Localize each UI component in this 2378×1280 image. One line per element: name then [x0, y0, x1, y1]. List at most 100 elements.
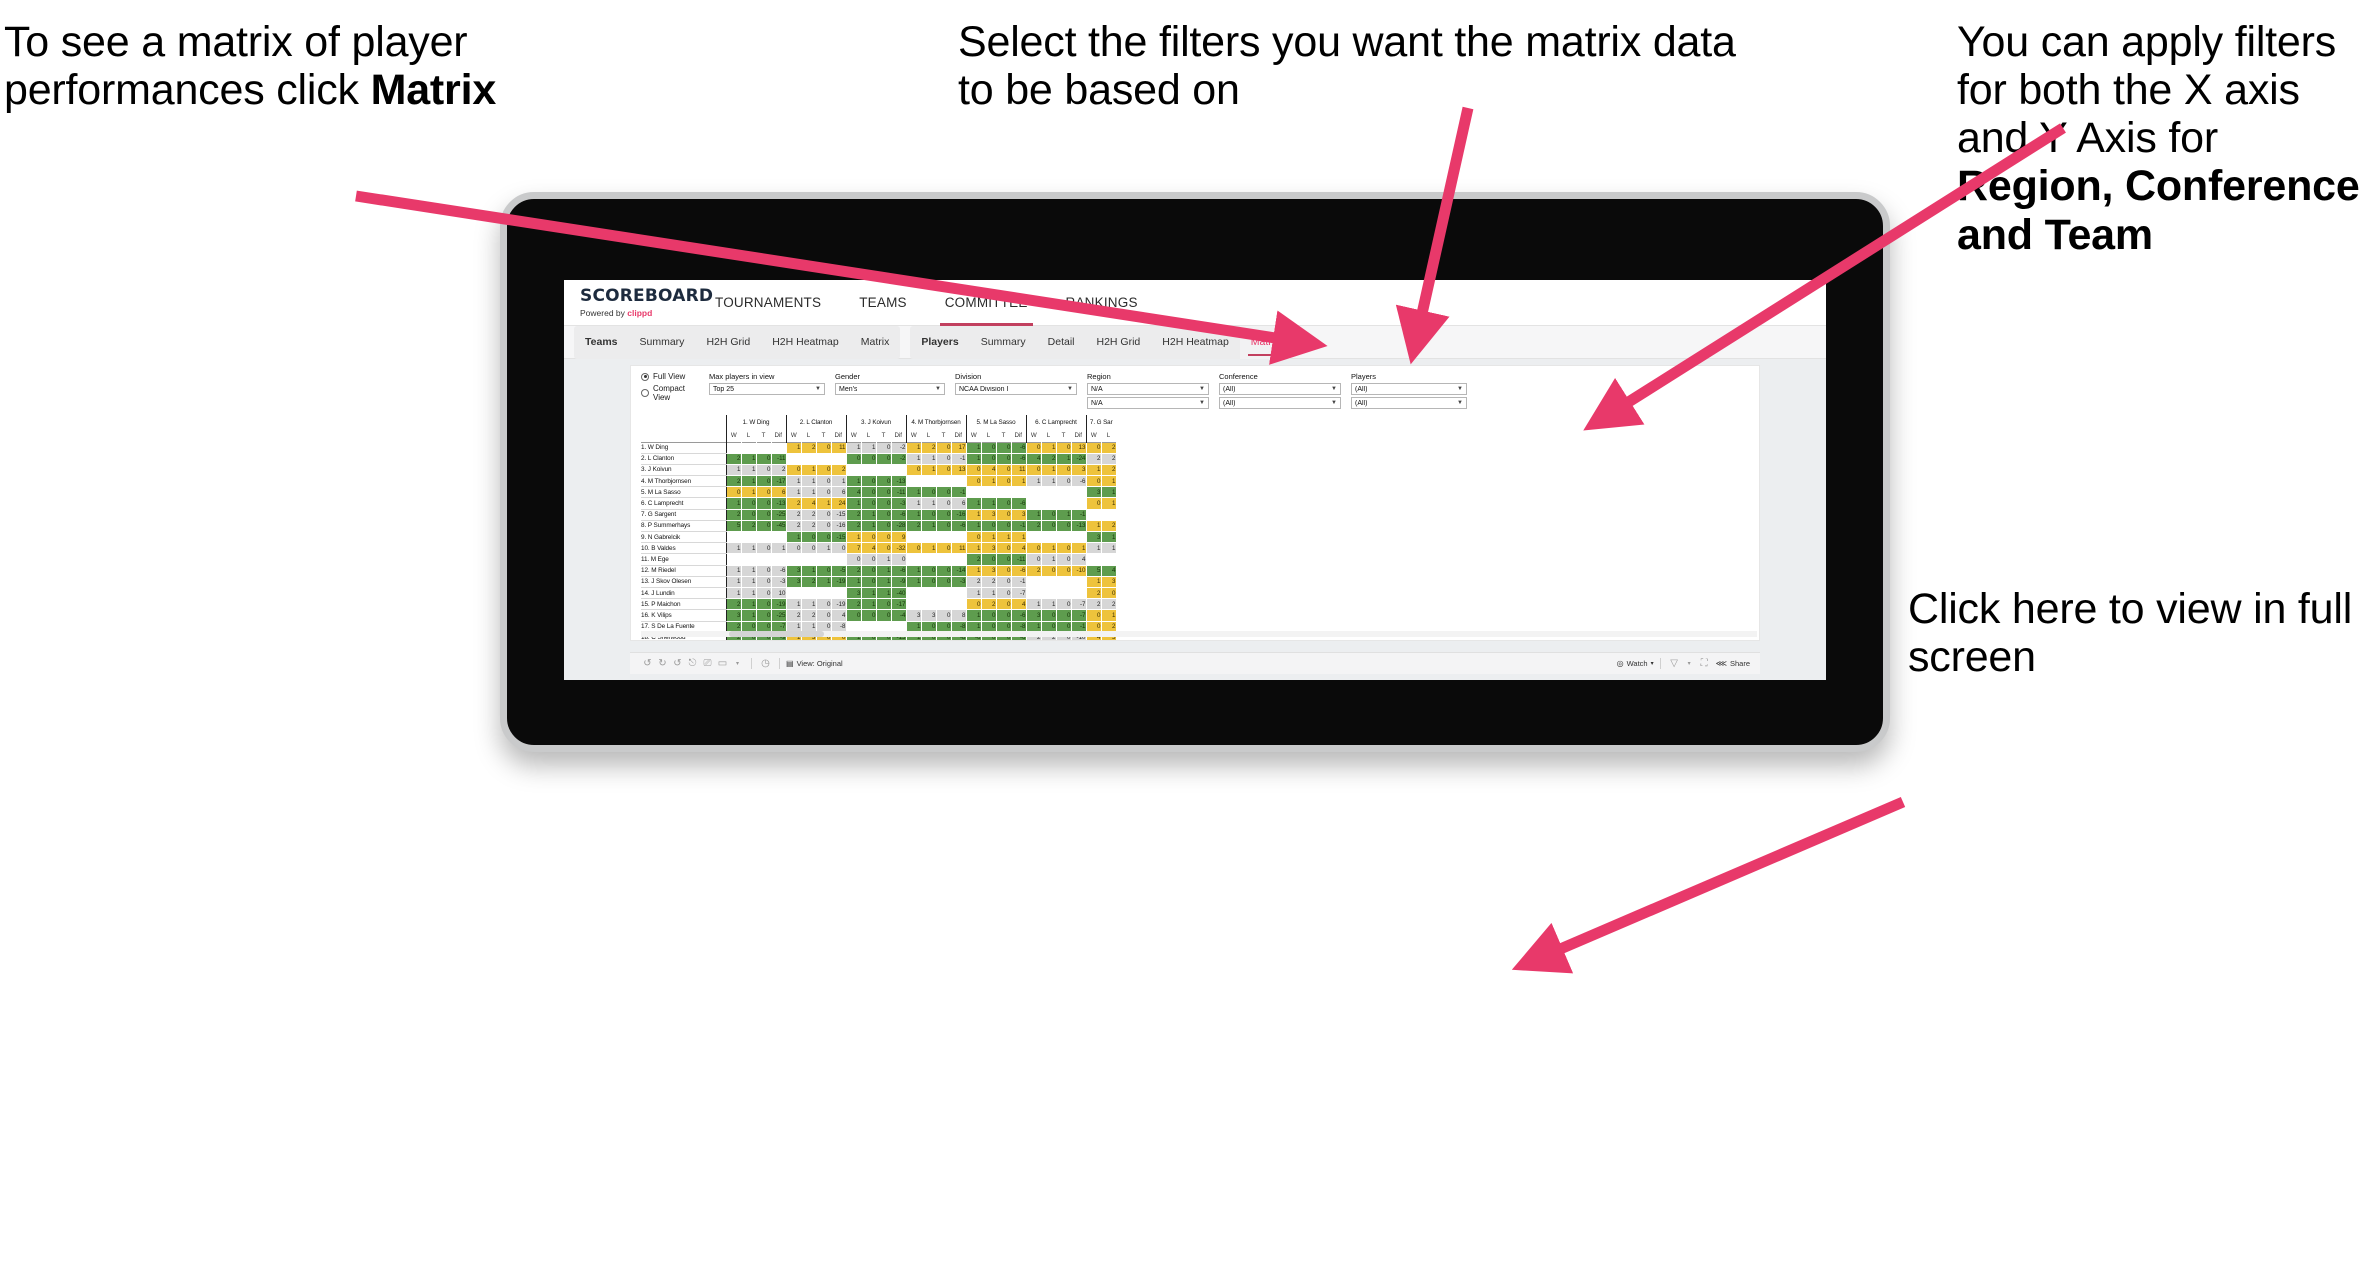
matrix-cell[interactable]: 0: [1055, 564, 1072, 577]
matrix-cell[interactable]: 1: [845, 441, 862, 454]
matrix-cell[interactable]: 2: [1085, 452, 1102, 465]
matrix-cell[interactable]: 0: [860, 553, 877, 566]
matrix-cell[interactable]: [1055, 575, 1072, 588]
topnav-item-rankings[interactable]: RANKINGS: [1047, 280, 1157, 326]
matrix-cell[interactable]: -13: [890, 475, 907, 488]
matrix-cell[interactable]: [770, 553, 787, 566]
matrix-cell[interactable]: 3: [725, 609, 742, 622]
matrix-cell[interactable]: 0: [995, 497, 1012, 510]
filter-players-select-x[interactable]: (All) ▼: [1351, 383, 1467, 395]
matrix-cell[interactable]: 0: [1085, 475, 1102, 488]
filter-conference-select-x[interactable]: (All) ▼: [1219, 383, 1341, 395]
matrix-cell[interactable]: [1070, 575, 1087, 588]
matrix-cell[interactable]: 1: [995, 530, 1012, 544]
matrix-cell[interactable]: 2: [800, 508, 817, 521]
chevron-down-icon[interactable]: ▾: [1682, 653, 1697, 675]
matrix-cell[interactable]: 0: [920, 575, 937, 588]
matrix-cell[interactable]: 1: [965, 508, 982, 521]
matrix-cell[interactable]: 0: [860, 575, 877, 588]
subnav-item-teams-h2h-heatmap[interactable]: H2H Heatmap: [761, 326, 850, 359]
matrix-cell[interactable]: 2: [800, 575, 817, 588]
matrix-cell[interactable]: 2: [845, 519, 862, 533]
matrix-cell[interactable]: 7: [845, 542, 862, 555]
matrix-cell[interactable]: 0: [860, 452, 877, 465]
matrix-cell[interactable]: [905, 598, 922, 611]
matrix-cell[interactable]: 3: [1085, 530, 1102, 544]
matrix-cell[interactable]: -16: [830, 519, 847, 533]
matrix-cell[interactable]: 0: [935, 463, 952, 477]
matrix-cell[interactable]: 1: [965, 452, 982, 465]
matrix-cell[interactable]: 24: [830, 497, 847, 510]
matrix-cell[interactable]: 0: [755, 564, 772, 577]
matrix-cell[interactable]: -19: [830, 598, 847, 611]
matrix-cell[interactable]: 4: [1010, 598, 1027, 611]
matrix-cell[interactable]: 0: [815, 486, 832, 499]
matrix-cell[interactable]: -3: [950, 575, 967, 588]
matrix-cell[interactable]: [1055, 497, 1072, 510]
matrix-cell[interactable]: 1: [725, 575, 742, 588]
matrix-cell[interactable]: -13: [770, 497, 787, 510]
matrix-cell[interactable]: 0: [935, 575, 952, 588]
matrix-cell[interactable]: 1: [1010, 530, 1027, 544]
matrix-cell[interactable]: 2: [1100, 598, 1117, 611]
filter-conference-select-y[interactable]: (All) ▼: [1219, 397, 1341, 409]
matrix-cell[interactable]: 0: [815, 598, 832, 611]
matrix-cell[interactable]: [875, 463, 892, 477]
matrix-cell[interactable]: 2: [830, 463, 847, 477]
matrix-cell[interactable]: 5: [1085, 564, 1102, 577]
matrix-cell[interactable]: -1: [1010, 575, 1027, 588]
matrix-cell[interactable]: 0: [935, 609, 952, 622]
matrix-cell[interactable]: 3: [980, 542, 997, 555]
matrix-cell[interactable]: 11: [1010, 463, 1027, 477]
subnav-item-teams-summary[interactable]: Summary: [629, 326, 696, 359]
matrix-cell[interactable]: 1: [1040, 441, 1057, 454]
matrix-cell[interactable]: 0: [1055, 598, 1072, 611]
matrix-cell[interactable]: [920, 530, 937, 544]
matrix-cell[interactable]: 1: [800, 475, 817, 488]
matrix-cell[interactable]: 2: [725, 475, 742, 488]
matrix-cell[interactable]: 1: [1085, 463, 1102, 477]
matrix-cell[interactable]: 0: [875, 452, 892, 465]
matrix-cell[interactable]: -40: [890, 586, 907, 600]
matrix-table-wrapper[interactable]: 1. W Ding 2. L Clanton 3. J Koivun 4. M Tho…: [631, 415, 1759, 640]
matrix-cell[interactable]: -2: [890, 452, 907, 465]
matrix-cell[interactable]: 0: [875, 475, 892, 488]
matrix-cell[interactable]: 0: [815, 463, 832, 477]
matrix-cell[interactable]: 2: [800, 519, 817, 533]
matrix-cell[interactable]: [1010, 486, 1027, 499]
matrix-cell[interactable]: 0: [935, 508, 952, 521]
matrix-cell[interactable]: 0: [965, 475, 982, 488]
matrix-cell[interactable]: 1: [740, 598, 757, 611]
matrix-cell[interactable]: 1: [905, 452, 922, 465]
matrix-cell[interactable]: 1: [1040, 542, 1057, 555]
matrix-cell[interactable]: [1100, 508, 1117, 521]
matrix-cell[interactable]: 8: [950, 609, 967, 622]
matrix-cell[interactable]: [905, 475, 922, 488]
matrix-cell[interactable]: -17: [770, 475, 787, 488]
matrix-cell[interactable]: 0: [755, 508, 772, 521]
matrix-cell[interactable]: -14: [950, 564, 967, 577]
matrix-cell[interactable]: [740, 441, 757, 454]
matrix-cell[interactable]: 0: [935, 497, 952, 510]
matrix-cell[interactable]: -25: [770, 609, 787, 622]
matrix-cell[interactable]: 0: [995, 452, 1012, 465]
matrix-cell[interactable]: 0: [815, 508, 832, 521]
matrix-cell[interactable]: -1: [1010, 519, 1027, 533]
matrix-cell[interactable]: -3: [770, 575, 787, 588]
matrix-cell[interactable]: 0: [875, 609, 892, 622]
matrix-cell[interactable]: [1085, 553, 1102, 566]
matrix-cell[interactable]: 1: [1100, 497, 1117, 510]
subnav-item-teams-matrix[interactable]: Matrix: [850, 326, 901, 359]
matrix-row[interactable]: 16. K Vilips 3 1 0 -25 2 2 0 4 0 0 0 -4 3 3 0 8 1 0 0 -6 3 0 0-…: [641, 609, 1117, 622]
matrix-cell[interactable]: 0: [995, 508, 1012, 521]
matrix-cell[interactable]: [785, 553, 802, 566]
matrix-cell[interactable]: 2: [1040, 452, 1057, 465]
matrix-cell[interactable]: 5: [725, 519, 742, 533]
matrix-cell[interactable]: 1: [1055, 452, 1072, 465]
matrix-cell[interactable]: -7: [1070, 609, 1087, 622]
matrix-cell[interactable]: 1: [980, 475, 997, 488]
matrix-cell[interactable]: [920, 598, 937, 611]
matrix-cell[interactable]: 0: [920, 486, 937, 499]
matrix-cell[interactable]: 2: [845, 598, 862, 611]
matrix-cell[interactable]: 1: [965, 564, 982, 577]
